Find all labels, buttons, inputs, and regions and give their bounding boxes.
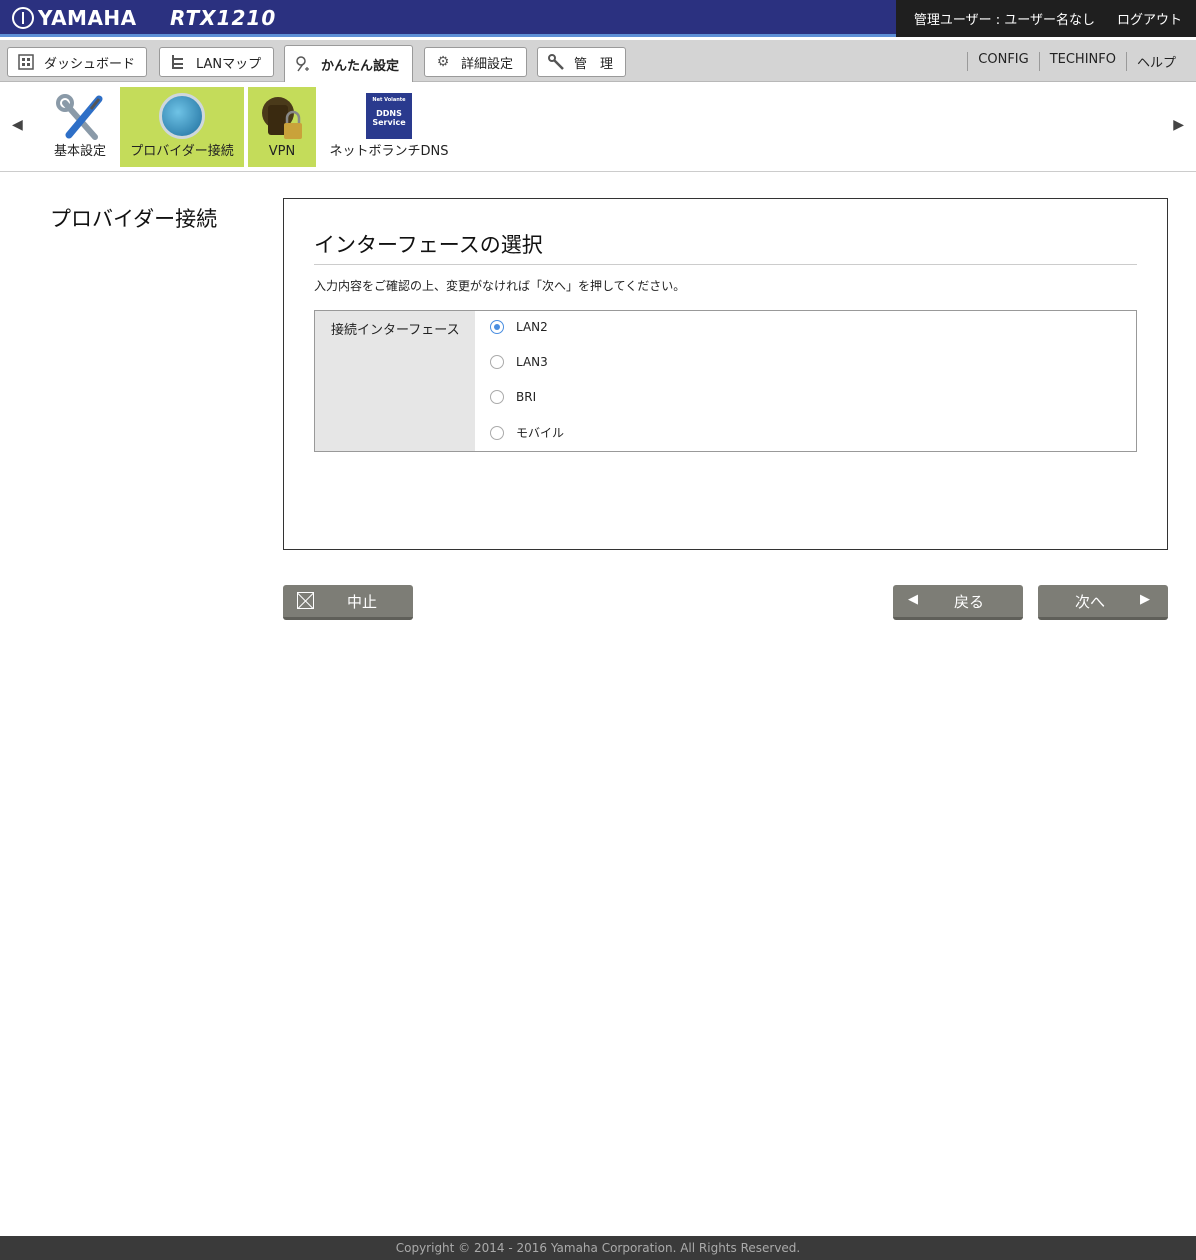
option-mobile[interactable]: モバイル [490,424,564,441]
back-button[interactable]: ◀ 戻る [893,585,1023,620]
button-label: 戻る [954,592,985,611]
main-tab-bar: ダッシュボード LANマップ かんたん設定 ⚙ 詳細設定 管 理 CONFIG … [0,40,1196,82]
tab-management[interactable]: 管 理 [537,47,626,77]
radio-button[interactable] [490,425,504,440]
button-label: 中止 [347,592,378,611]
next-button[interactable]: 次へ ▶ [1038,585,1168,620]
model-name: RTX1210 [170,6,277,30]
nav-item-label: プロバイダー接続 [130,144,234,159]
dashboard-icon [18,54,34,70]
ddns-badge: DDNS Service [372,109,406,127]
help-link[interactable]: ヘルプ [1125,52,1186,71]
tab-label: 管 理 [574,56,614,72]
tab-easy-setup[interactable]: かんたん設定 [284,45,413,82]
top-links: CONFIG TECHINFO ヘルプ [967,52,1186,71]
tab-dashboard[interactable]: ダッシュボード [7,47,147,77]
divider [314,264,1137,265]
nav-prev-arrow-icon[interactable]: ◀ [12,117,23,133]
ddns-icon: Net Volante DDNS Service [366,93,412,139]
nav-item-basic-settings[interactable]: 基本設定 [40,87,120,167]
nav-item-label: ネットボランチDNS [329,144,449,159]
top-header: YAMAHA RTX1210 管理ユーザー : ユーザー名なし ログアウト [0,0,1196,37]
instruction-text: 入力内容をご確認の上、変更がなければ「次へ」を押してください。 [314,279,686,293]
cancel-button[interactable]: 中止 [283,585,413,620]
tools-icon [56,94,103,140]
yamaha-logo: YAMAHA [12,6,137,30]
tab-label: かんたん設定 [321,58,400,74]
yamaha-emblem-icon [12,7,34,29]
radio-button[interactable] [490,390,504,404]
globe-icon [159,93,205,139]
user-box: 管理ユーザー : ユーザー名なし ログアウト [896,0,1196,37]
lan-map-icon [170,54,186,70]
tab-label: 詳細設定 [461,56,514,72]
page-title: プロバイダー接続 [50,207,218,231]
option-label: LAN2 [516,320,548,334]
setup-category-nav: ◀ 基本設定 プロバイダー接続 VPN Net Volante DDNS Ser… [0,82,1196,172]
nav-item-provider-connection[interactable]: プロバイダー接続 [120,87,244,167]
brand-name: YAMAHA [38,6,137,30]
field-label: 接続インターフェース [315,311,475,451]
ddns-badge-top: Net Volante [372,97,406,103]
easy-setup-icon [295,56,311,72]
config-link[interactable]: CONFIG [967,52,1038,71]
option-label: モバイル [516,426,565,440]
option-label: LAN3 [516,355,548,369]
option-label: BRI [516,390,537,404]
option-lan2[interactable]: LAN2 [490,320,548,334]
radio-button[interactable] [490,320,504,334]
cancel-icon [297,592,314,609]
lock-icon [262,97,302,139]
nav-item-vpn[interactable]: VPN [248,87,316,167]
tab-label: ダッシュボード [44,56,136,72]
tab-label: LANマップ [196,56,262,72]
footer-copyright: Copyright © 2014 - 2016 Yamaha Corporati… [0,1236,1196,1260]
tab-lan-map[interactable]: LANマップ [159,47,274,77]
nav-item-netvolante-dns[interactable]: Net Volante DDNS Service ネットボランチDNS [322,87,456,167]
back-arrow-icon: ◀ [908,592,918,607]
nav-next-arrow-icon[interactable]: ▶ [1173,117,1184,133]
radio-button[interactable] [490,355,504,369]
next-arrow-icon: ▶ [1140,592,1150,607]
option-lan3[interactable]: LAN3 [490,355,548,369]
button-label: 次へ [1075,592,1106,611]
interface-selection-panel: インターフェースの選択 入力内容をご確認の上、変更がなければ「次へ」を押してくだ… [283,198,1168,550]
wrench-icon [548,54,564,70]
techinfo-link[interactable]: TECHINFO [1038,52,1126,71]
gear-icon: ⚙ [436,54,450,70]
logout-link[interactable]: ログアウト [1117,9,1182,28]
nav-item-label: VPN [268,144,296,159]
interface-form: 接続インターフェース LAN2 LAN3 BRI モバイル [314,310,1137,452]
user-label: 管理ユーザー : ユーザー名なし [913,13,1095,28]
tab-advanced-settings[interactable]: ⚙ 詳細設定 [424,47,527,77]
panel-title: インターフェースの選択 [314,233,543,257]
option-bri[interactable]: BRI [490,390,536,404]
